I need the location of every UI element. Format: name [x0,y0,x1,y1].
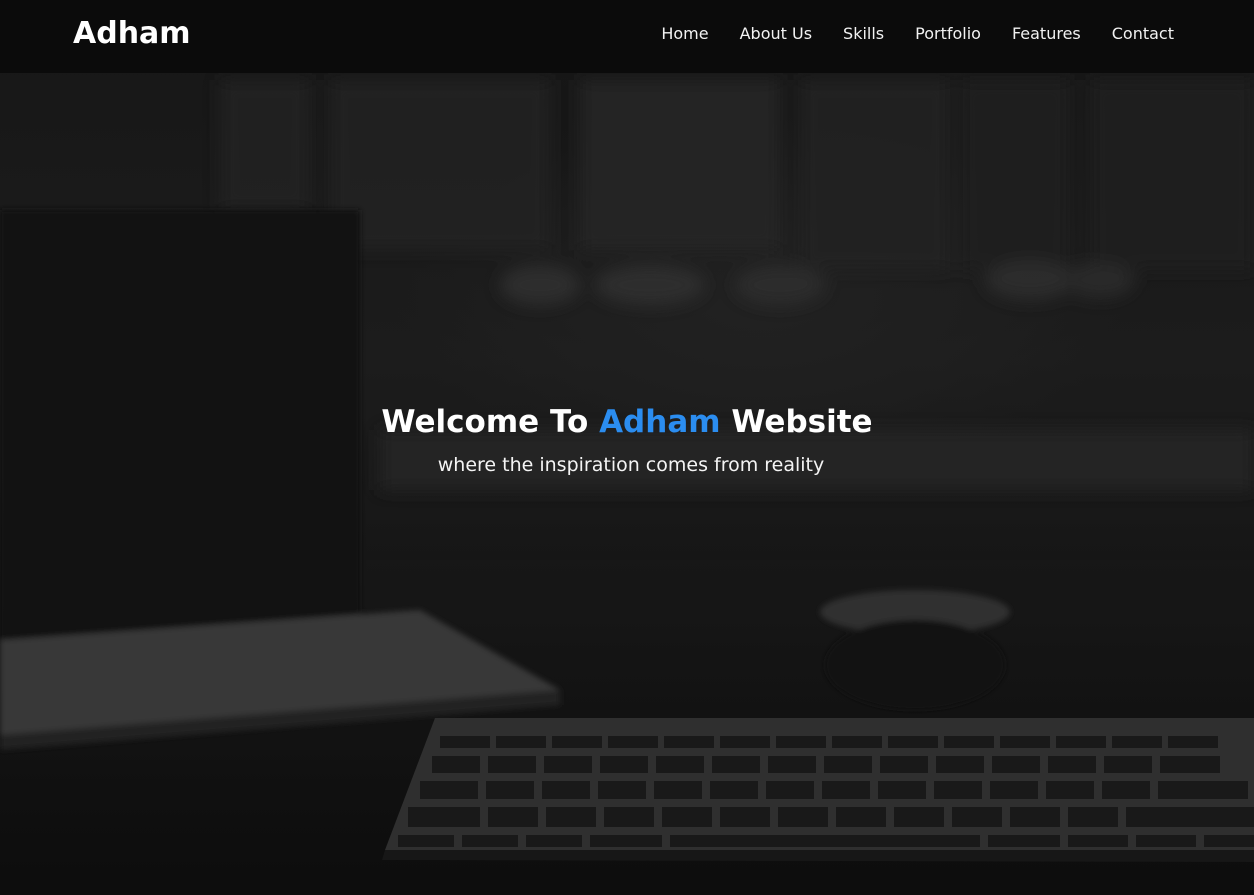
headline-suffix: Website [720,404,873,440]
main-nav: Home About Us Skills Portfolio Features … [630,24,1174,44]
hero-section: Welcome To Adham Website where the inspi… [0,0,1254,895]
nav-item-about: About Us [709,24,812,44]
top-navbar: Adham Home About Us Skills Portfolio Fea… [0,0,1254,73]
headline-accent: Adham [599,404,721,440]
nav-link-portfolio[interactable]: Portfolio [884,24,981,44]
hero-headline: Welcome To Adham Website [0,404,1254,440]
nav-link-skills[interactable]: Skills [812,24,884,44]
nav-item-skills: Skills [812,24,884,44]
hero-tagline: where the inspiration comes from reality [437,454,825,476]
nav-item-home: Home [630,24,708,44]
headline-prefix: Welcome To [381,404,600,440]
nav-link-home[interactable]: Home [630,24,708,44]
nav-item-contact: Contact [1081,24,1174,44]
nav-link-features[interactable]: Features [981,24,1081,44]
brand-logo[interactable]: Adham [73,16,191,51]
nav-item-features: Features [981,24,1081,44]
nav-link-contact[interactable]: Contact [1081,24,1174,44]
nav-item-portfolio: Portfolio [884,24,981,44]
nav-link-about-us[interactable]: About Us [709,24,812,44]
hero-overlay [0,0,1254,895]
